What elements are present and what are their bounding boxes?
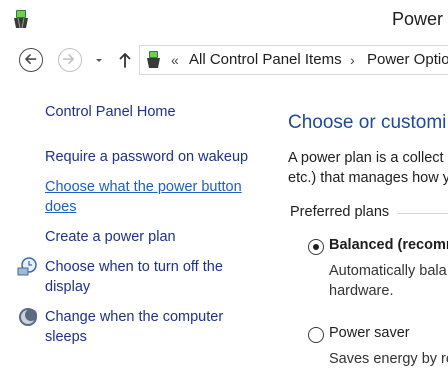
power-saver-plan-description: Saves energy by re xyxy=(329,349,448,369)
forward-arrow-icon xyxy=(62,54,75,65)
sidebar-item-create-power-plan[interactable]: Create a power plan xyxy=(45,227,176,247)
sidebar-item-computer-sleeps[interactable]: Change when the computer sleeps xyxy=(45,307,223,347)
title-bar: Power xyxy=(0,0,448,40)
power-saver-plan-radio[interactable] xyxy=(308,327,324,343)
moon-icon xyxy=(19,308,37,326)
back-arrow-icon xyxy=(25,54,37,65)
sidebar-item-turn-off-display[interactable]: Choose when to turn off the display xyxy=(45,257,223,297)
preferred-plans-label: Preferred plans xyxy=(290,204,390,220)
address-power-icon xyxy=(147,51,160,68)
power-saver-plan-label[interactable]: Power saver xyxy=(329,325,410,341)
up-button[interactable] xyxy=(117,50,133,70)
forward-button[interactable] xyxy=(58,48,82,72)
power-options-icon xyxy=(14,10,28,29)
description-line: Automatically bala xyxy=(329,263,447,279)
radio-selected-dot xyxy=(313,244,319,250)
up-arrow-icon xyxy=(119,53,131,68)
breadcrumb-overflow[interactable]: « xyxy=(171,52,179,68)
breadcrumb-separator[interactable]: › xyxy=(350,52,355,68)
sidebar-item-require-password[interactable]: Require a password on wakeup xyxy=(45,147,248,167)
back-button[interactable] xyxy=(19,48,43,72)
breadcrumb-all-control-panel-items[interactable]: All Control Panel Items xyxy=(189,51,342,68)
recent-locations-dropdown[interactable] xyxy=(92,52,106,68)
sidebar-item-label: sleeps xyxy=(45,329,87,345)
description-line: Saves energy by re xyxy=(329,351,448,367)
sidebar-item-label: Change when the computer xyxy=(45,309,224,325)
balanced-plan-description: Automatically bala hardware. xyxy=(329,261,447,301)
display-clock-icon xyxy=(17,257,37,276)
sidebar-item-label: does xyxy=(45,199,77,215)
page-description: A power plan is a collect etc.) that man… xyxy=(288,148,448,188)
chevron-down-icon xyxy=(96,59,102,62)
page-title: Choose or customi xyxy=(288,112,447,133)
sidebar-item-label: display xyxy=(45,279,91,295)
balanced-plan-label[interactable]: Balanced (recomm xyxy=(329,237,448,253)
balanced-plan-radio[interactable] xyxy=(308,239,324,255)
description-line: hardware. xyxy=(329,283,394,299)
group-divider xyxy=(398,213,448,214)
description-line: etc.) that manages how y xyxy=(288,170,448,186)
breadcrumb-power-options[interactable]: Power Optio xyxy=(367,51,448,68)
sidebar-item-control-panel-home[interactable]: Control Panel Home xyxy=(45,102,176,122)
description-line: A power plan is a collect xyxy=(288,150,444,166)
sidebar-item-label: Choose what the power button xyxy=(45,179,242,195)
sidebar-item-power-button[interactable]: Choose what the power button does xyxy=(45,177,242,217)
sidebar-item-label: Choose when to turn off the xyxy=(45,259,223,275)
window-title: Power xyxy=(392,9,444,29)
